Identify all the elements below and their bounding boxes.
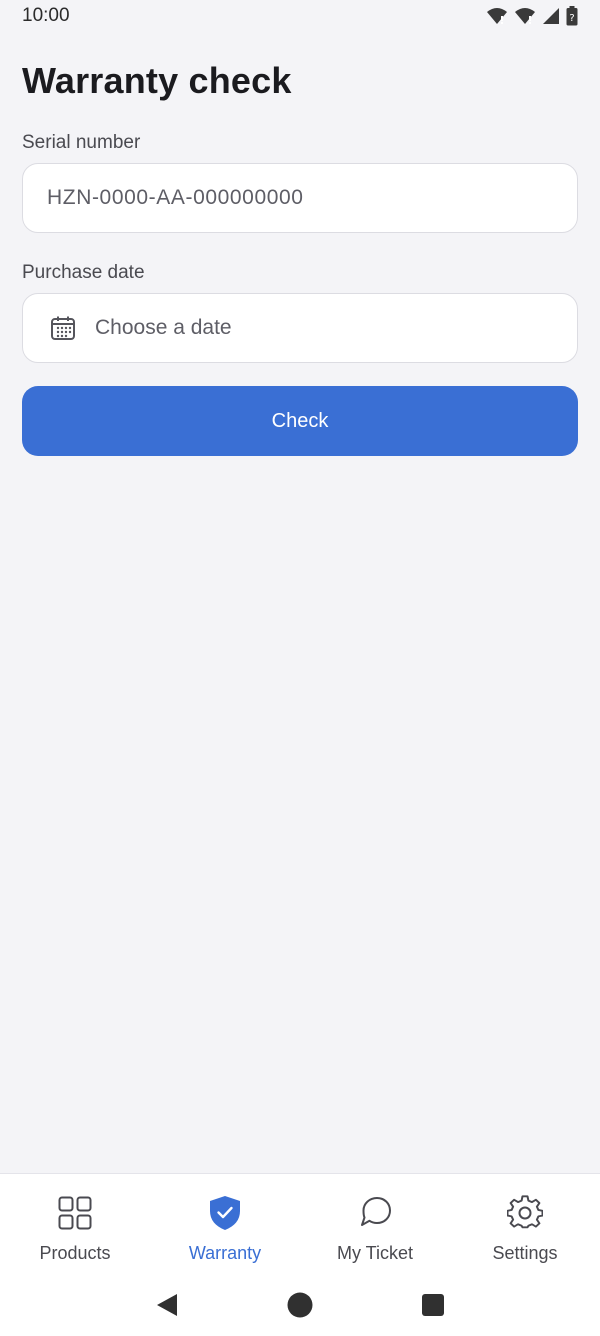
- nav-item-my-ticket[interactable]: My Ticket: [300, 1174, 450, 1273]
- calendar-icon: [49, 314, 77, 342]
- svg-text:?: ?: [569, 13, 574, 24]
- recents-icon[interactable]: [413, 1285, 453, 1325]
- nav-label-warranty: Warranty: [188, 1243, 262, 1263]
- nav-item-warranty[interactable]: Warranty: [150, 1174, 300, 1273]
- bottom-navigation: Products Warranty My Ticket Settings: [0, 1173, 600, 1273]
- battery-icon: ?: [566, 6, 578, 26]
- signal-icon: [514, 7, 536, 25]
- home-icon[interactable]: [280, 1285, 320, 1325]
- nav-item-products[interactable]: Products: [0, 1174, 150, 1273]
- purchase-date-picker[interactable]: Choose a date: [22, 293, 578, 363]
- system-navigation-bar: [0, 1273, 600, 1336]
- purchase-date-label: Purchase date: [22, 262, 145, 283]
- nav-item-settings[interactable]: Settings: [450, 1174, 600, 1273]
- grid-icon: [56, 1194, 94, 1232]
- back-icon[interactable]: [147, 1285, 187, 1325]
- serial-number-input[interactable]: [47, 186, 547, 210]
- chat-bubble-icon: [356, 1194, 394, 1232]
- nav-label-settings: Settings: [492, 1243, 558, 1263]
- wifi-icon: [486, 7, 508, 25]
- nav-label-products: Products: [39, 1243, 111, 1263]
- check-button[interactable]: Check: [22, 386, 578, 456]
- nav-label-my-ticket: My Ticket: [336, 1243, 413, 1263]
- cell-signal-icon: [542, 7, 560, 25]
- gear-icon: [506, 1194, 544, 1232]
- status-icons: ?: [486, 6, 578, 26]
- page-title: Warranty check: [22, 60, 292, 101]
- status-bar: 10:00 ?: [0, 0, 600, 32]
- status-time: 10:00: [22, 5, 70, 26]
- serial-number-label: Serial number: [22, 132, 141, 153]
- shield-check-icon: [206, 1194, 244, 1232]
- purchase-date-placeholder: Choose a date: [95, 316, 232, 339]
- serial-number-field[interactable]: [22, 163, 578, 233]
